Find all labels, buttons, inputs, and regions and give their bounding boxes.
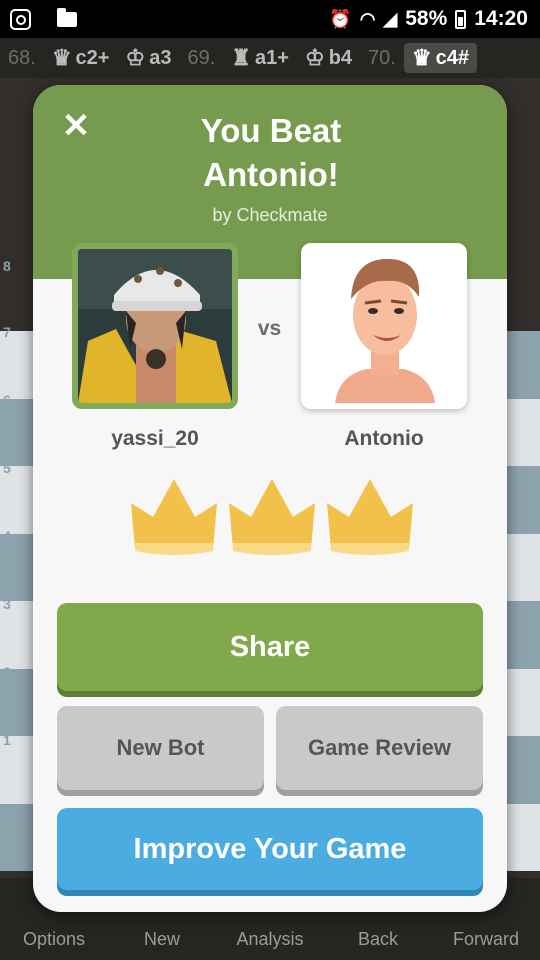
rook-icon: ♜	[231, 45, 252, 70]
king-icon: ♔	[125, 45, 146, 70]
alarm-icon: ⏰	[329, 8, 352, 29]
share-button[interactable]: Share	[57, 603, 483, 691]
rank-label: 8	[3, 258, 11, 274]
close-icon[interactable]: ✕	[59, 109, 93, 143]
game-review-button[interactable]: Game Review	[276, 706, 483, 790]
folder-icon	[57, 7, 77, 27]
queen-icon: ♛	[51, 45, 72, 70]
move-item[interactable]: ♜ a1+	[223, 45, 297, 71]
crown-icon	[229, 479, 315, 555]
nav-label: Options	[22, 929, 86, 949]
rank-label: 2	[3, 664, 11, 680]
crown-icon	[131, 479, 217, 555]
nav-label: Back	[357, 929, 399, 949]
wifi-icon: ◠	[359, 8, 376, 29]
new-bot-button[interactable]: New Bot	[57, 706, 264, 790]
move-number: 68.	[8, 46, 36, 69]
rank-label: 3	[3, 596, 11, 612]
game-over-modal: ✕ You Beat Antonio! by Checkmate vs yass…	[33, 85, 507, 912]
move-list-strip[interactable]: 68. ♛ c2+ ♔ a3 69. ♜ a1+ ♔ b4 70. ♛ c4#	[0, 38, 540, 78]
opponent-name: Antonio	[344, 427, 424, 450]
result-reason: by Checkmate	[212, 205, 328, 225]
queen-icon: ♛	[411, 45, 432, 70]
improve-your-game-button[interactable]: Improve Your Game	[57, 808, 483, 890]
move-number: 69.	[187, 46, 216, 69]
move-item[interactable]: ♔ a3	[117, 45, 179, 71]
crowns-row	[129, 477, 415, 557]
battery-percent: 58%	[405, 7, 448, 30]
rank-label: 6	[3, 392, 11, 408]
avatar-image	[307, 249, 461, 403]
rank-label: 5	[3, 460, 11, 476]
rank-label: 7	[3, 324, 11, 340]
instagram-icon	[10, 8, 31, 30]
crown-icon	[327, 479, 413, 555]
vs-label: vs	[257, 317, 282, 340]
nav-label: New	[143, 929, 180, 949]
move-number: 70.	[368, 46, 396, 69]
avatar-image	[78, 249, 232, 403]
move-item-active[interactable]: ♛ c4#	[403, 43, 477, 73]
opponent-avatar	[301, 243, 467, 409]
winner-avatar	[72, 243, 238, 409]
battery-icon	[455, 9, 467, 29]
move-item[interactable]: ♔ b4	[297, 45, 360, 71]
modal-title: You Beat Antonio!	[200, 112, 342, 193]
status-bar: ⏰ ◠ ◢ 58% 14:20	[0, 0, 540, 38]
clock: 14:20	[474, 7, 528, 30]
king-icon: ♔	[304, 45, 325, 70]
move-item[interactable]: ♛ c2+	[44, 45, 118, 71]
winner-name: yassi_20	[111, 427, 199, 450]
rank-label: 4	[3, 528, 11, 544]
signal-icon: ◢	[383, 8, 398, 29]
file-label: h	[528, 778, 537, 794]
nav-label: Analysis	[236, 929, 304, 949]
nav-label: Forward	[452, 929, 519, 949]
rank-label: 1	[3, 732, 11, 748]
